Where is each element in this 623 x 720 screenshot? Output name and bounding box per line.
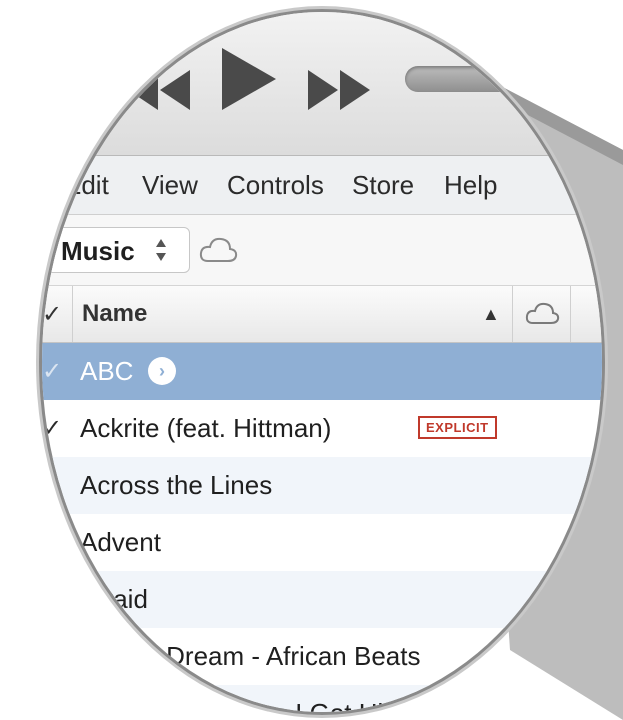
next-track-icon[interactable] — [300, 60, 380, 120]
magnifier-lens: Edit View Controls Store Help Music ✓ Na… — [42, 12, 602, 712]
table-row[interactable]: ✓ Ackrite (feat. Hittman) EXPLICIT — [42, 400, 602, 457]
song-name: African Dream - African Beats — [78, 641, 421, 671]
table-row[interactable]: African Dream - African Beats — [42, 628, 602, 685]
menu-view[interactable]: View — [142, 170, 198, 201]
cloud-icon[interactable] — [198, 233, 238, 267]
table-row[interactable]: ✓ Advent — [42, 514, 602, 571]
menu-controls[interactable]: Controls — [227, 170, 324, 201]
song-name: ABC — [80, 356, 134, 386]
row-checkbox[interactable]: ✓ — [42, 414, 62, 443]
column-divider — [72, 286, 73, 342]
row-checkbox[interactable]: ✓ — [42, 471, 62, 500]
cloud-column-icon[interactable] — [524, 298, 560, 328]
header-checkbox-column[interactable]: ✓ — [42, 300, 62, 329]
up-down-chevron-icon — [156, 239, 166, 261]
media-source-label: Music — [61, 236, 135, 266]
song-name: Across the Lines — [80, 470, 273, 500]
magnified-itunes-screenshot: Edit View Controls Store Help Music ✓ Na… — [0, 0, 623, 720]
explicit-badge: EXPLICIT — [418, 416, 497, 439]
column-divider — [570, 286, 571, 342]
table-row[interactable]: ✓ ABC › — [42, 343, 602, 400]
player-controls — [42, 12, 602, 156]
column-divider — [512, 286, 513, 342]
header-name-column[interactable]: Name — [82, 300, 147, 328]
menu-bar: Edit View Controls Store Help — [42, 156, 602, 215]
song-name: …use I Got Hi… — [220, 698, 409, 712]
source-toolbar: Music — [42, 215, 602, 286]
song-name: Advent — [80, 527, 161, 557]
previous-track-icon[interactable] — [118, 60, 198, 120]
song-name: Afraid — [80, 584, 148, 614]
sort-ascending-icon[interactable]: ▲ — [482, 304, 500, 325]
menu-edit[interactable]: Edit — [64, 170, 109, 201]
table-row[interactable]: ✓ Across the Lines — [42, 457, 602, 514]
row-checkbox[interactable]: ✓ — [42, 528, 62, 557]
menu-store[interactable]: Store — [352, 170, 414, 201]
row-checkbox[interactable]: ✓ — [42, 357, 62, 386]
table-row[interactable]: Afraid — [42, 571, 602, 628]
volume-slider[interactable] — [405, 66, 602, 92]
go-arrow-icon[interactable]: › — [148, 357, 176, 385]
menu-help[interactable]: Help — [444, 170, 497, 201]
media-source-select[interactable]: Music — [42, 227, 190, 273]
song-name: Ackrite (feat. Hittman) — [80, 413, 332, 443]
play-icon[interactable] — [212, 44, 282, 114]
table-row[interactable]: …use I Got Hi… — [42, 685, 602, 712]
column-header: ✓ Name ▲ — [42, 286, 602, 343]
